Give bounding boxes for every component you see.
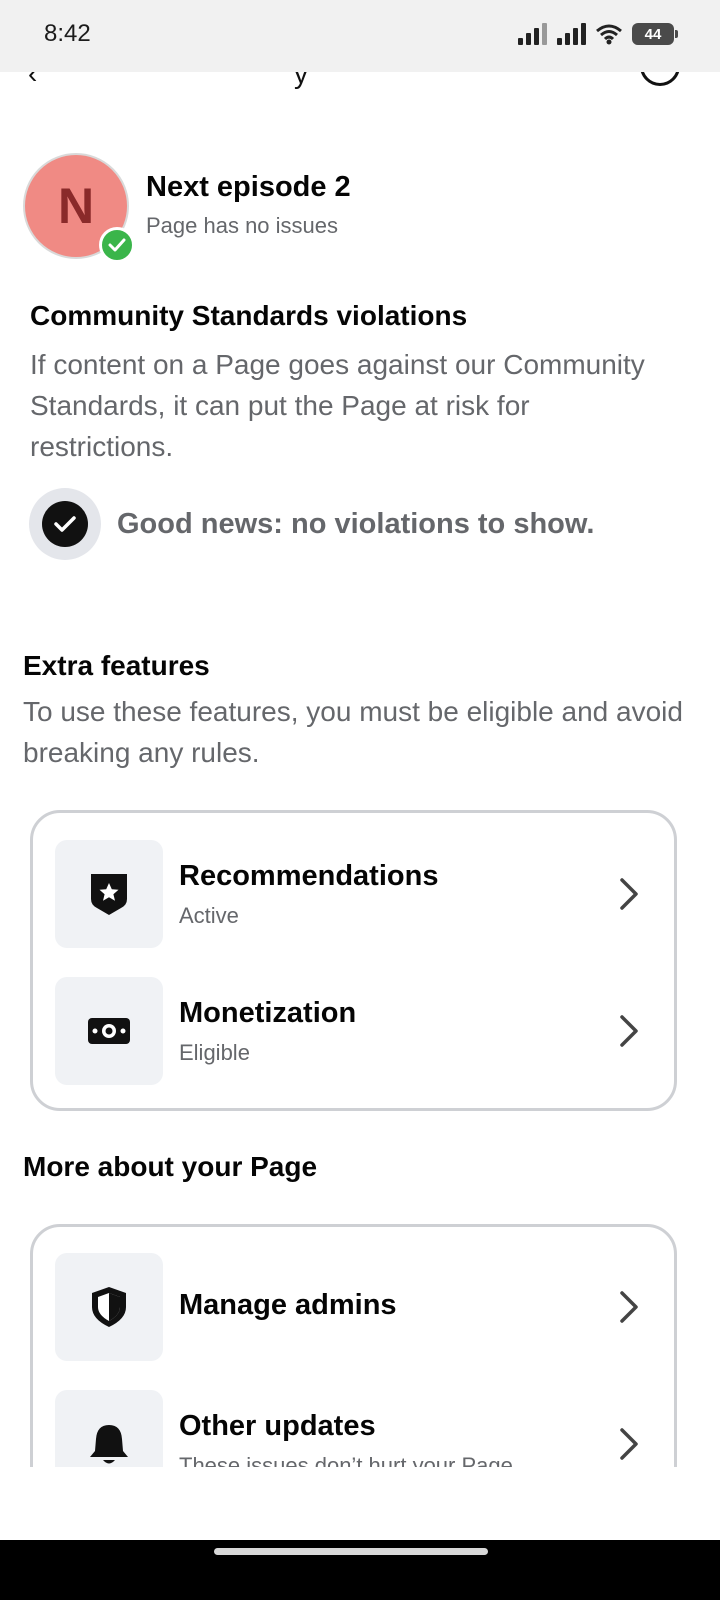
check-badge-icon [99, 227, 135, 263]
signal-icon-2 [557, 23, 586, 45]
shield-star-icon [55, 840, 163, 948]
avatar-letter: N [57, 178, 95, 234]
monetization-row[interactable]: Monetization Eligible [55, 977, 655, 1085]
other-updates-title: Other updates [179, 1410, 376, 1442]
signal-icon [518, 23, 547, 45]
monetization-status: Eligible [179, 1040, 250, 1065]
chevron-right-icon [609, 1424, 649, 1464]
recommendations-status: Active [179, 903, 239, 928]
battery-icon: 44 [632, 23, 678, 45]
money-icon [55, 977, 163, 1085]
recommendations-title: Recommendations [179, 860, 439, 892]
community-standards-description: If content on a Page goes against our Co… [30, 349, 645, 462]
community-standards-title: Community Standards violations [30, 300, 468, 331]
chevron-right-icon [609, 1011, 649, 1051]
header-title-fragment: y [294, 72, 308, 89]
manage-admins-title: Manage admins [179, 1289, 397, 1321]
page-status: Page has no issues [146, 213, 339, 238]
content-clip [0, 1467, 720, 1540]
checkmark-circle-icon [29, 488, 101, 560]
wifi-icon [596, 24, 622, 45]
status-bar: 8:42 44 [0, 0, 720, 72]
help-icon[interactable] [640, 72, 680, 86]
chevron-right-icon [609, 1287, 649, 1327]
extra-features-title: Extra features [23, 650, 210, 681]
extra-features-card: Recommendations Active Monetization Elig… [30, 810, 677, 1111]
home-gesture-handle[interactable] [214, 1548, 488, 1555]
shield-icon [55, 1253, 163, 1361]
status-time: 8:42 [44, 20, 91, 47]
recommendations-row[interactable]: Recommendations Active [55, 840, 655, 948]
app-header-partial: ‹ y [0, 72, 720, 94]
monetization-title: Monetization [179, 997, 357, 1029]
manage-admins-row[interactable]: Manage admins [55, 1253, 655, 1361]
no-violations-message: Good news: no violations to show. [117, 508, 595, 540]
more-about-title: More about your Page [23, 1151, 318, 1182]
back-arrow-icon[interactable]: ‹ [28, 72, 37, 90]
status-icons: 44 [518, 20, 678, 48]
extra-features-description: To use these features, you must be eligi… [23, 696, 683, 768]
chevron-right-icon [609, 874, 649, 914]
page-name: Next episode 2 [146, 171, 351, 203]
